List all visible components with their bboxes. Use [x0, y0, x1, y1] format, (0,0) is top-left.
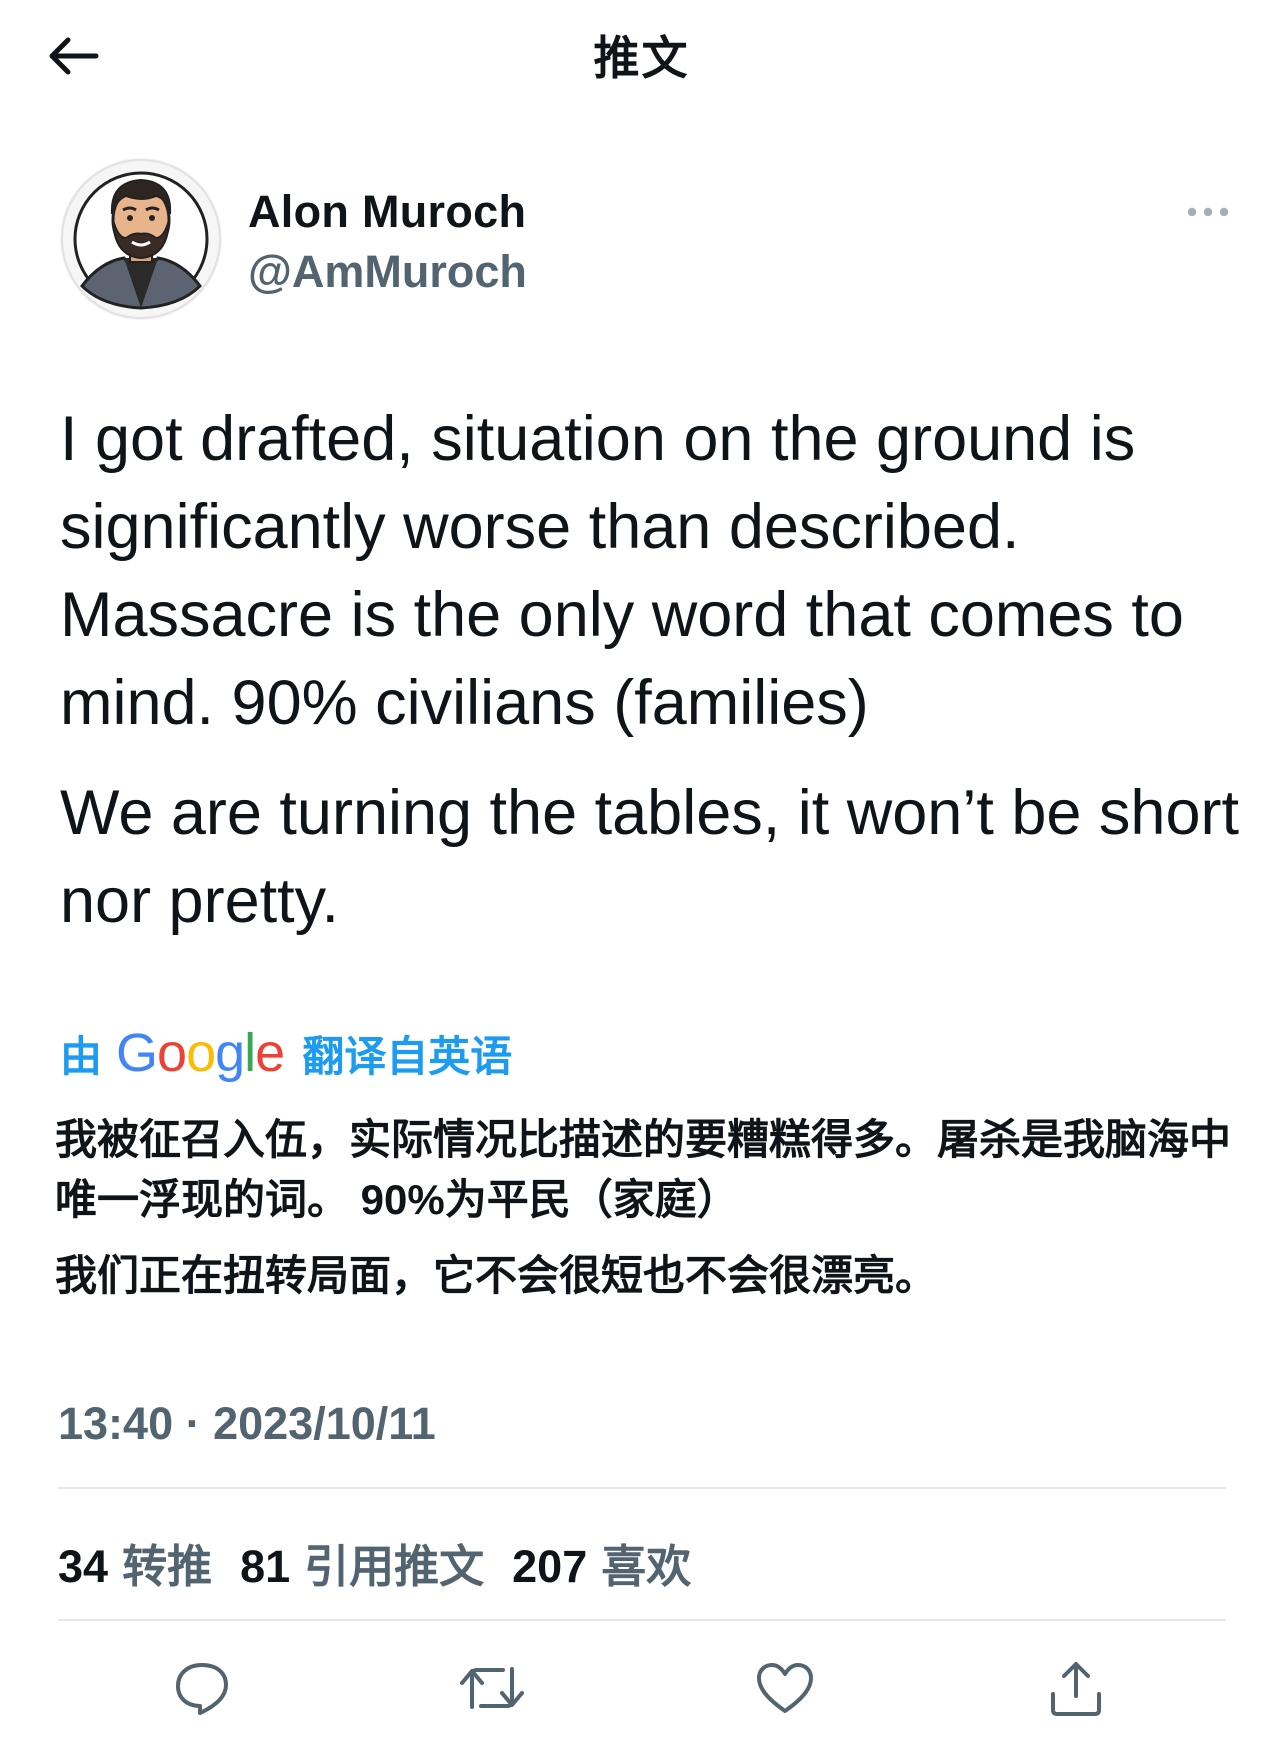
- tweet-author: Alon Muroch @AmMuroch: [60, 158, 1230, 328]
- likes-label: 喜欢: [601, 1540, 692, 1592]
- quotes-number: 81: [240, 1540, 291, 1592]
- avatar[interactable]: [60, 158, 222, 320]
- google-logo: Google: [116, 1022, 285, 1084]
- translated-from-label: 翻译自英语: [302, 1032, 513, 1080]
- tweet-stats: 34 转推 81 引用推文 207 喜欢: [58, 1532, 719, 1592]
- like-button[interactable]: [745, 1648, 825, 1728]
- retweets-number: 34: [58, 1540, 109, 1592]
- divider: [58, 1619, 1226, 1621]
- translation-attribution[interactable]: 由 Google 翻译自英语: [60, 1018, 512, 1088]
- translated-paragraph: 我被征召入伍，实际情况比描述的要糟糕得多。屠杀是我脑海中唯一浮现的词。 90%为…: [55, 1116, 1232, 1223]
- google-logo-letter: o: [157, 1023, 187, 1083]
- google-logo-letter: l: [244, 1023, 256, 1083]
- google-logo-letter: o: [186, 1023, 216, 1083]
- tweet-timestamp: 13:40 · 2023/10/11: [58, 1398, 436, 1449]
- tweet-paragraph: I got drafted, situation on the ground i…: [60, 404, 1184, 738]
- tweet-actions: [0, 1648, 1283, 1728]
- more-options-button[interactable]: [1178, 192, 1238, 232]
- translated-by-label: 由: [60, 1032, 103, 1080]
- heart-icon: [757, 1663, 813, 1713]
- likes-number: 207: [512, 1540, 588, 1592]
- translated-text: 我被征召入伍，实际情况比描述的要糟糕得多。屠杀是我脑海中唯一浮现的词。 90%为…: [55, 1110, 1245, 1306]
- tweet-paragraph: We are turning the tables, it won’t be s…: [60, 778, 1239, 936]
- page-title: 推文: [593, 32, 690, 84]
- more-horizontal-icon: [1187, 207, 1229, 217]
- divider: [58, 1487, 1226, 1489]
- top-bar: 推文: [0, 0, 1283, 110]
- avatar-cartoon-icon: [61, 159, 221, 319]
- retweet-button[interactable]: [452, 1648, 532, 1728]
- reply-button[interactable]: [162, 1648, 242, 1728]
- retweets-label: 转推: [122, 1540, 213, 1592]
- google-logo-letter: g: [215, 1023, 245, 1083]
- reply-icon: [176, 1663, 228, 1715]
- author-name[interactable]: Alon Muroch: [248, 186, 526, 238]
- tweet-text: I got drafted, situation on the ground i…: [60, 395, 1240, 945]
- translated-paragraph: 我们正在扭转局面，它不会很短也不会很漂亮。: [55, 1252, 938, 1299]
- quotes-label: 引用推文: [304, 1540, 485, 1592]
- retweet-icon: [460, 1667, 524, 1709]
- quotes-count[interactable]: 81 引用推文: [240, 1530, 484, 1595]
- share-button[interactable]: [1036, 1648, 1116, 1728]
- retweets-count[interactable]: 34 转推: [58, 1530, 212, 1595]
- likes-count[interactable]: 207 喜欢: [512, 1530, 691, 1595]
- google-logo-letter: e: [255, 1023, 285, 1083]
- author-handle[interactable]: @AmMuroch: [248, 246, 527, 298]
- google-logo-letter: G: [116, 1023, 158, 1083]
- share-icon: [1051, 1662, 1101, 1716]
